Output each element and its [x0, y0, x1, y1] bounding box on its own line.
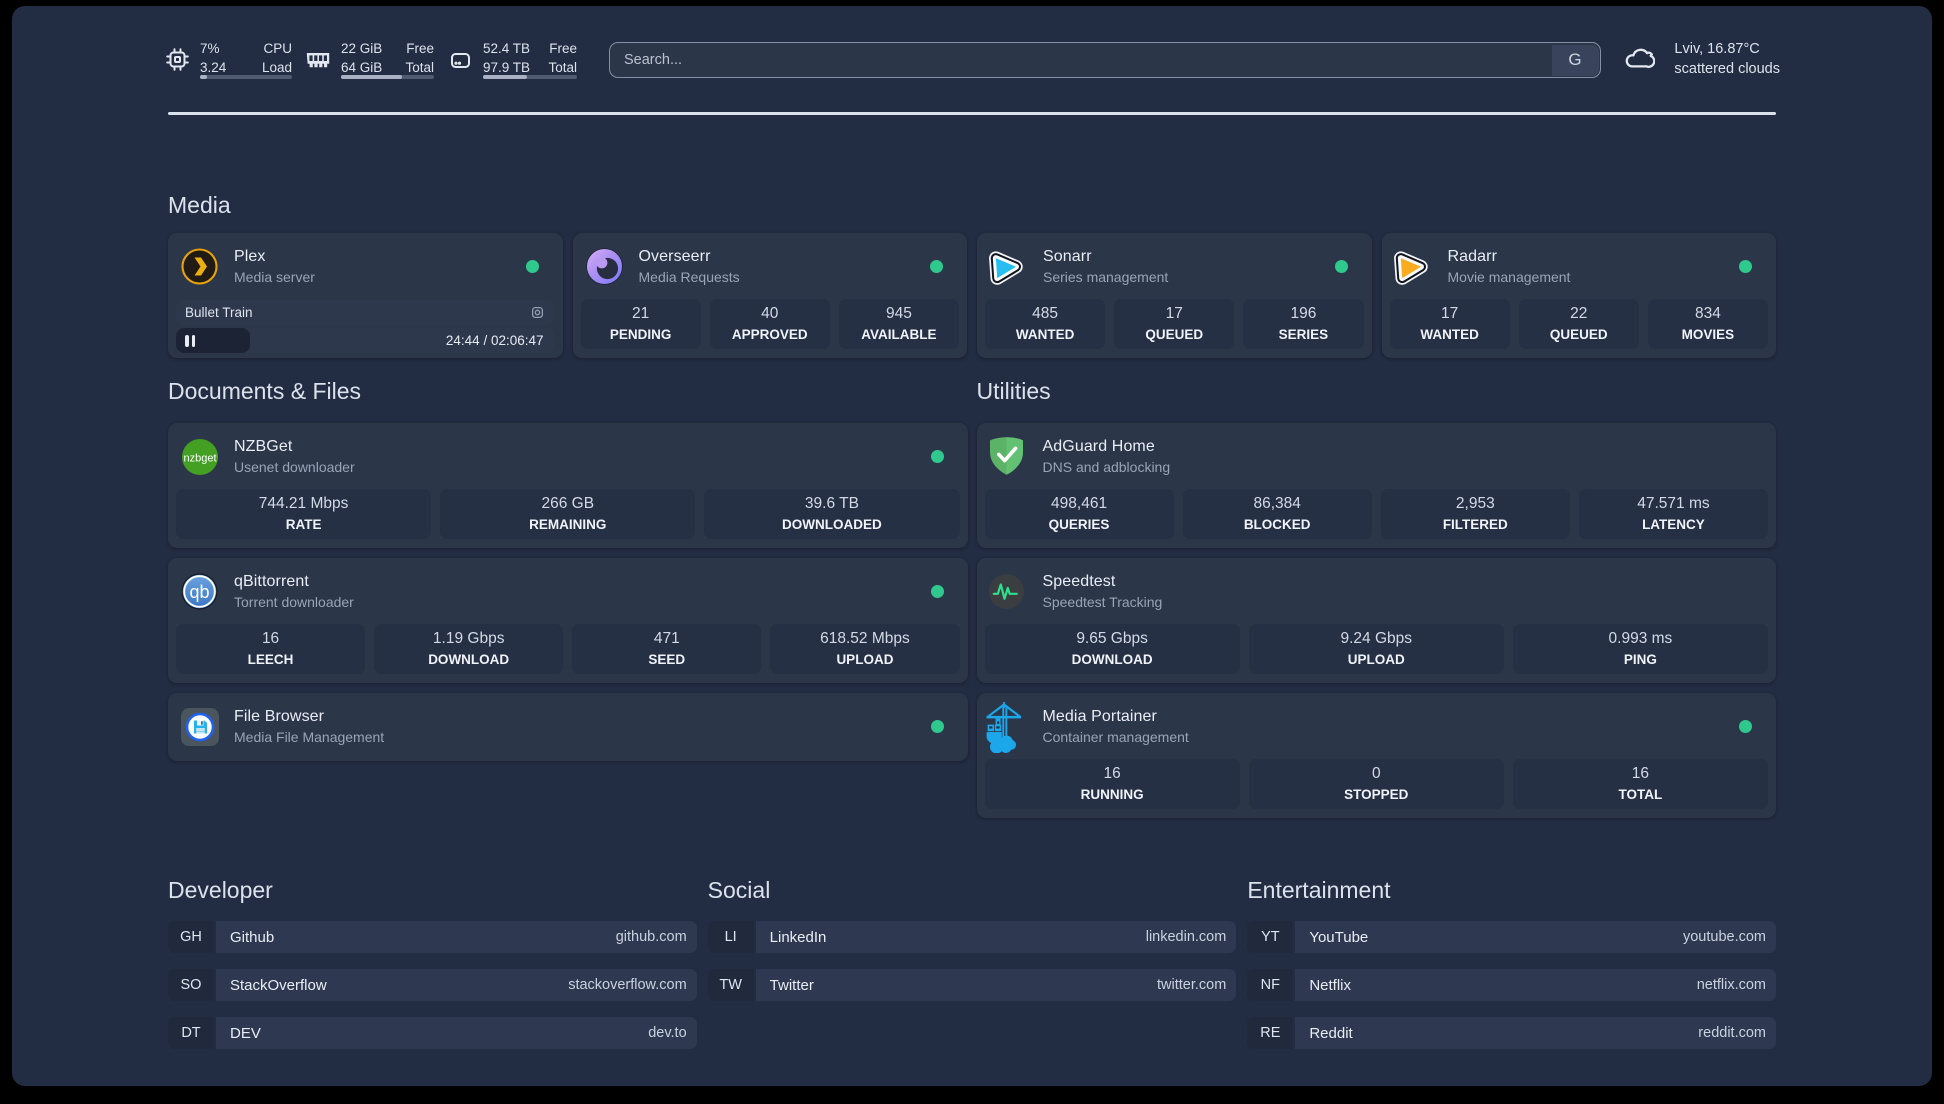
svg-text:qb: qb — [189, 582, 209, 602]
svg-text:nzbget: nzbget — [183, 453, 216, 465]
